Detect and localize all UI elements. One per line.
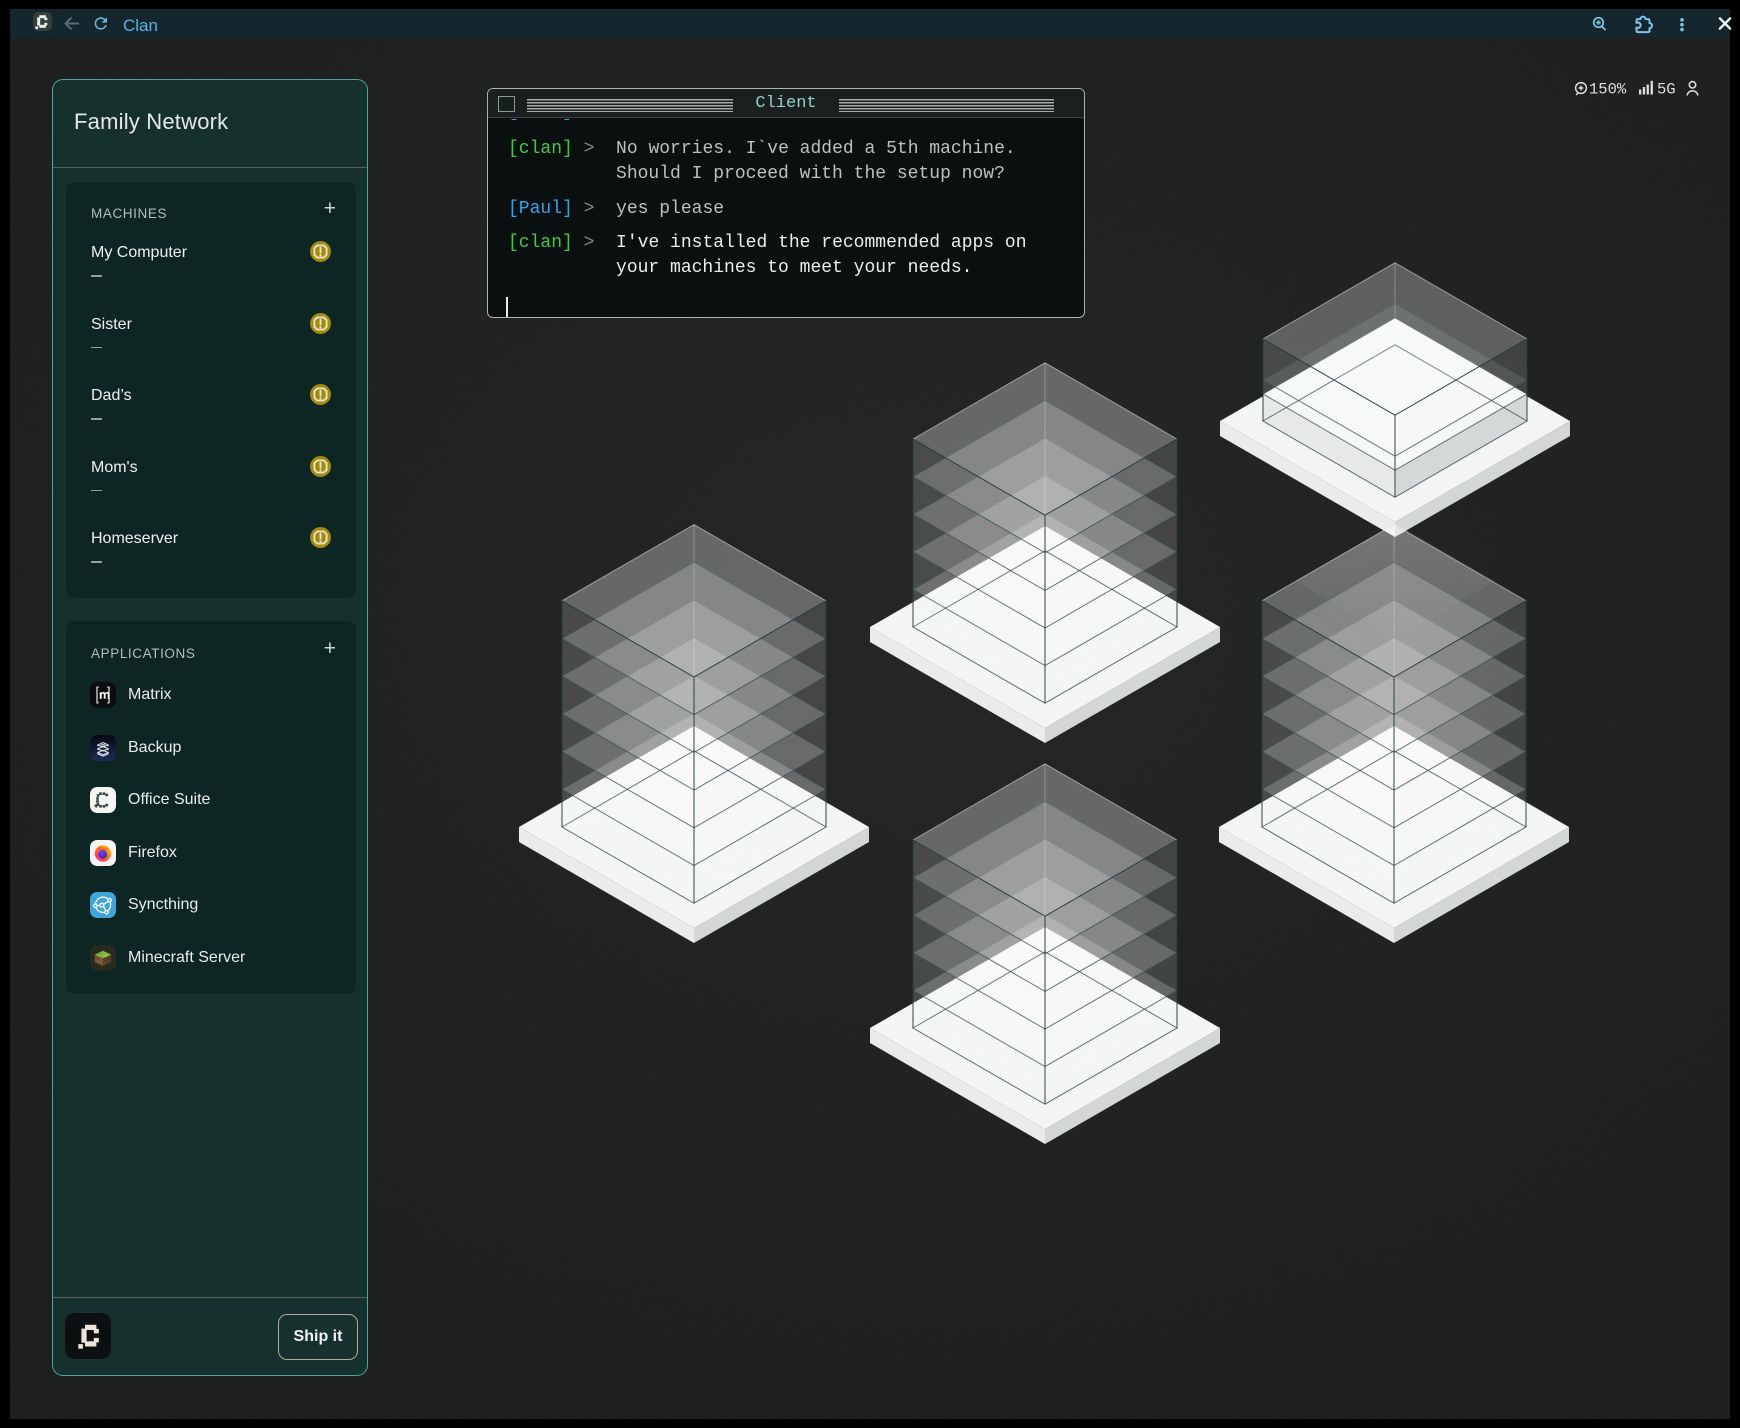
svg-text:5G: 5G — [1657, 81, 1676, 99]
svg-text:150%: 150% — [1589, 81, 1627, 99]
